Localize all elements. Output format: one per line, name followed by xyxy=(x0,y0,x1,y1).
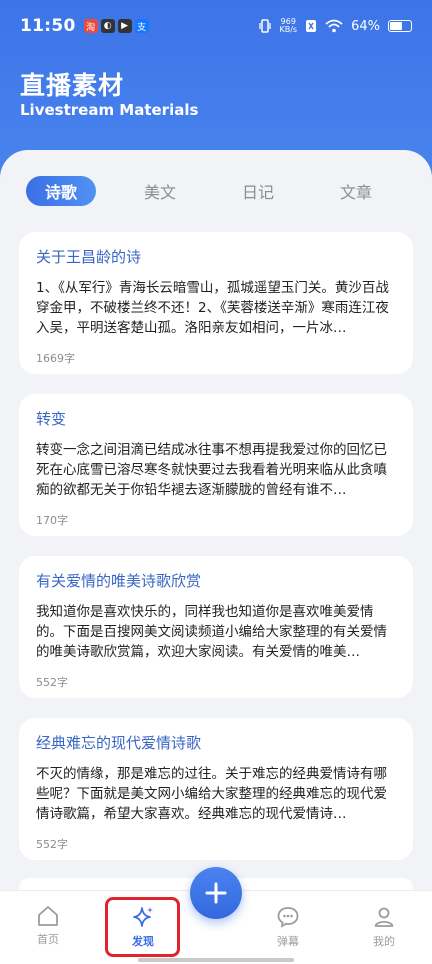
red-app-icon: 淘 xyxy=(83,19,98,33)
card-excerpt: 不灭的情缘，那是难忘的过往。关于难忘的经典爱情诗有哪些呢？下面就是美文网小编给大… xyxy=(36,766,387,822)
status-bar: 11:50 淘 ◐ ▶ 支 969 KB/s 64% xyxy=(0,0,432,52)
vibrate-icon xyxy=(259,19,272,33)
nav-danmaku-label: 弹幕 xyxy=(277,935,299,948)
article-card[interactable]: 转变 转变一念之间泪滴已结成冰往事不想再提我爱过你的回忆已死在心底雪已溶尽寒冬就… xyxy=(19,394,413,536)
sparkle-icon xyxy=(133,907,153,927)
add-button[interactable] xyxy=(190,867,242,919)
page-subtitle: Livestream Materials xyxy=(20,101,199,119)
card-excerpt: 转变一念之间泪滴已结成冰往事不想再提我爱过你的回忆已死在心底雪已溶尽寒冬就快要过… xyxy=(36,442,387,498)
play-app-icon: ▶ xyxy=(117,19,132,33)
status-time: 11:50 xyxy=(20,16,76,36)
net-speed: 969 KB/s xyxy=(279,18,297,34)
article-card[interactable]: 经典难忘的现代爱情诗歌 不灭的情缘，那是难忘的过往。关于难忘的经典爱情诗有哪些呢… xyxy=(19,718,413,860)
status-indicators: 969 KB/s 64% xyxy=(259,18,412,34)
card-title: 有关爱情的唯美诗歌欣赏 xyxy=(36,572,202,590)
nfc-icon xyxy=(306,20,317,32)
nav-mine[interactable]: 我的 xyxy=(354,905,414,949)
card-word-count: 170字 xyxy=(36,514,68,527)
plus-icon xyxy=(205,882,227,904)
net-speed-unit: KB/s xyxy=(279,25,298,34)
home-icon xyxy=(38,906,58,926)
chat-bubble-icon xyxy=(277,907,299,928)
article-card[interactable]: 有关爱情的唯美诗歌欣赏 我知道你是喜欢快乐的，同样我也知道你是喜欢唯美爱情的。下… xyxy=(19,556,413,698)
card-title: 转变 xyxy=(36,410,67,428)
card-word-count: 552字 xyxy=(36,676,68,689)
tab-article[interactable]: 文章 xyxy=(321,176,391,206)
wifi-icon xyxy=(325,19,343,33)
battery-percent: 64% xyxy=(351,18,380,34)
nav-danmaku[interactable]: 弹幕 xyxy=(258,905,318,949)
nav-mine-label: 我的 xyxy=(373,935,395,948)
alipay-app-icon: 支 xyxy=(134,19,149,33)
battery-fill xyxy=(390,22,402,30)
page-title: 直播素材 xyxy=(20,71,125,100)
battery-icon xyxy=(388,20,412,32)
card-excerpt: 1、《从军行》青海长云暗雪山，孤城遥望玉门关。黄沙百战穿金甲，不破楼兰终不还！2… xyxy=(36,280,389,336)
nav-discover[interactable]: 发现 xyxy=(113,905,173,949)
user-icon xyxy=(374,907,394,927)
article-card[interactable]: 关于王昌龄的诗 1、《从军行》青海长云暗雪山，孤城遥望玉门关。黄沙百战穿金甲，不… xyxy=(19,232,413,374)
category-tabs: 诗歌 美文 日记 文章 xyxy=(0,176,432,206)
home-indicator xyxy=(138,958,294,962)
nav-home[interactable]: 首页 xyxy=(18,905,78,947)
card-word-count: 1669字 xyxy=(36,352,75,365)
card-title: 关于王昌龄的诗 xyxy=(36,248,142,266)
nav-discover-label: 发现 xyxy=(132,935,154,948)
card-title: 经典难忘的现代爱情诗歌 xyxy=(36,734,202,752)
status-app-icons: 淘 ◐ ▶ 支 xyxy=(83,19,149,33)
tab-poetry[interactable]: 诗歌 xyxy=(26,176,96,206)
black-app-icon: ◐ xyxy=(100,19,115,33)
card-word-count: 552字 xyxy=(36,838,68,851)
nav-home-label: 首页 xyxy=(37,933,59,946)
tab-essay[interactable]: 美文 xyxy=(125,176,195,206)
card-excerpt: 我知道你是喜欢快乐的，同样我也知道你是喜欢唯美爱情的。下面是百搜网美文阅读频道小… xyxy=(36,604,387,660)
tab-diary[interactable]: 日记 xyxy=(223,176,293,206)
